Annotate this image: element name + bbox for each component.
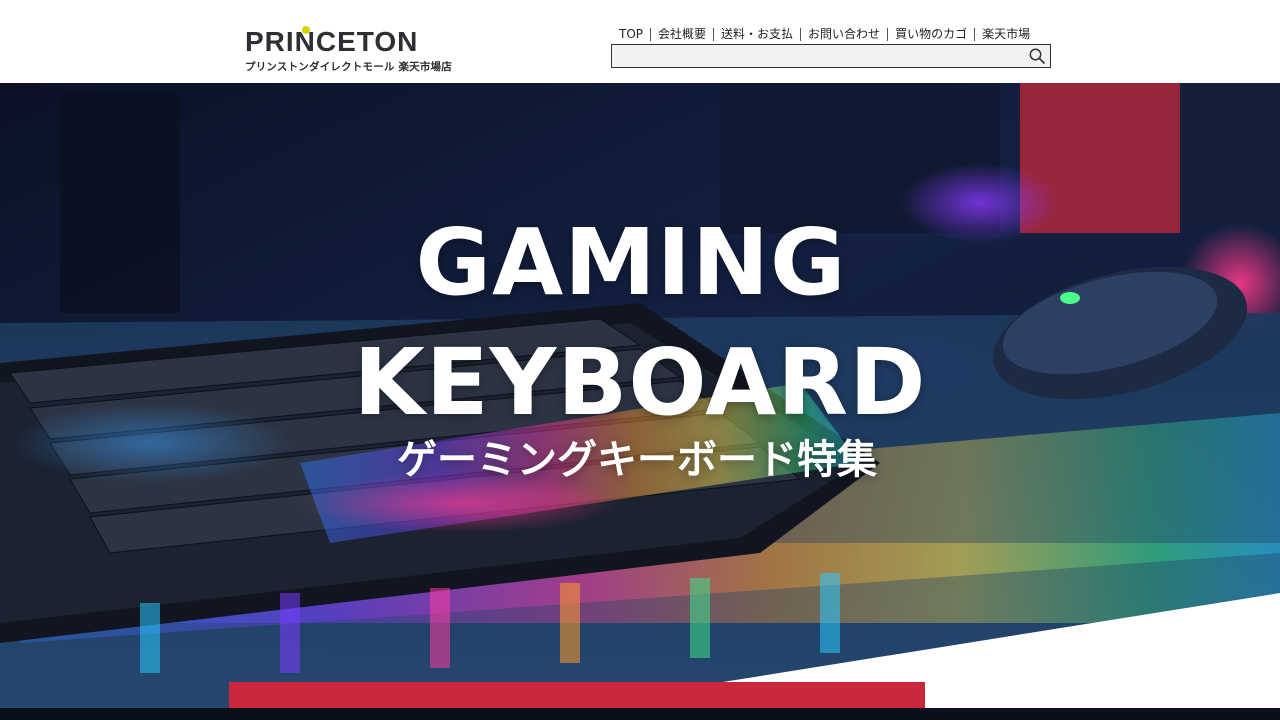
logo-wordmark: PRINCETON xyxy=(245,26,419,57)
hero-title-line2: KEYBOARD xyxy=(353,329,927,436)
princeton-logo[interactable]: PRINCETON プリンストンダイレクトモール 楽天市場店 xyxy=(245,26,455,74)
logo-subtitle: プリンストンダイレクトモール 楽天市場店 xyxy=(245,61,452,73)
search-icon[interactable] xyxy=(1028,47,1046,65)
nav-top[interactable]: TOP xyxy=(614,27,650,41)
nav-contact[interactable]: お問い合わせ xyxy=(800,27,887,41)
top-nav: TOP 会社概要 送料・お支払 お問い合わせ 買い物のカゴ 楽天市場 xyxy=(614,25,1037,43)
page-frame: PRINCETON プリンストンダイレクトモール 楽天市場店 TOP 会社概要 … xyxy=(0,0,1280,708)
section-heading-bar xyxy=(229,682,925,708)
nav-shipping-payment[interactable]: 送料・お支払 xyxy=(713,27,800,41)
hero-title-line1: GAMING xyxy=(415,209,847,316)
nav-rakuten[interactable]: 楽天市場 xyxy=(974,27,1037,41)
bottom-edge xyxy=(0,708,1280,720)
hero-subtitle-japanese: ゲーミングキーボード特集 xyxy=(397,437,877,483)
nav-cart[interactable]: 買い物のカゴ xyxy=(887,27,974,41)
search-input[interactable] xyxy=(612,45,1022,67)
search-box xyxy=(611,44,1051,68)
nav-company[interactable]: 会社概要 xyxy=(650,27,713,41)
logo-dot xyxy=(302,26,310,34)
site-header: PRINCETON プリンストンダイレクトモール 楽天市場店 TOP 会社概要 … xyxy=(0,0,1280,83)
hero-banner[interactable]: GAMING KEYBOARD ゲーミングキーボード特集 xyxy=(0,83,1280,708)
